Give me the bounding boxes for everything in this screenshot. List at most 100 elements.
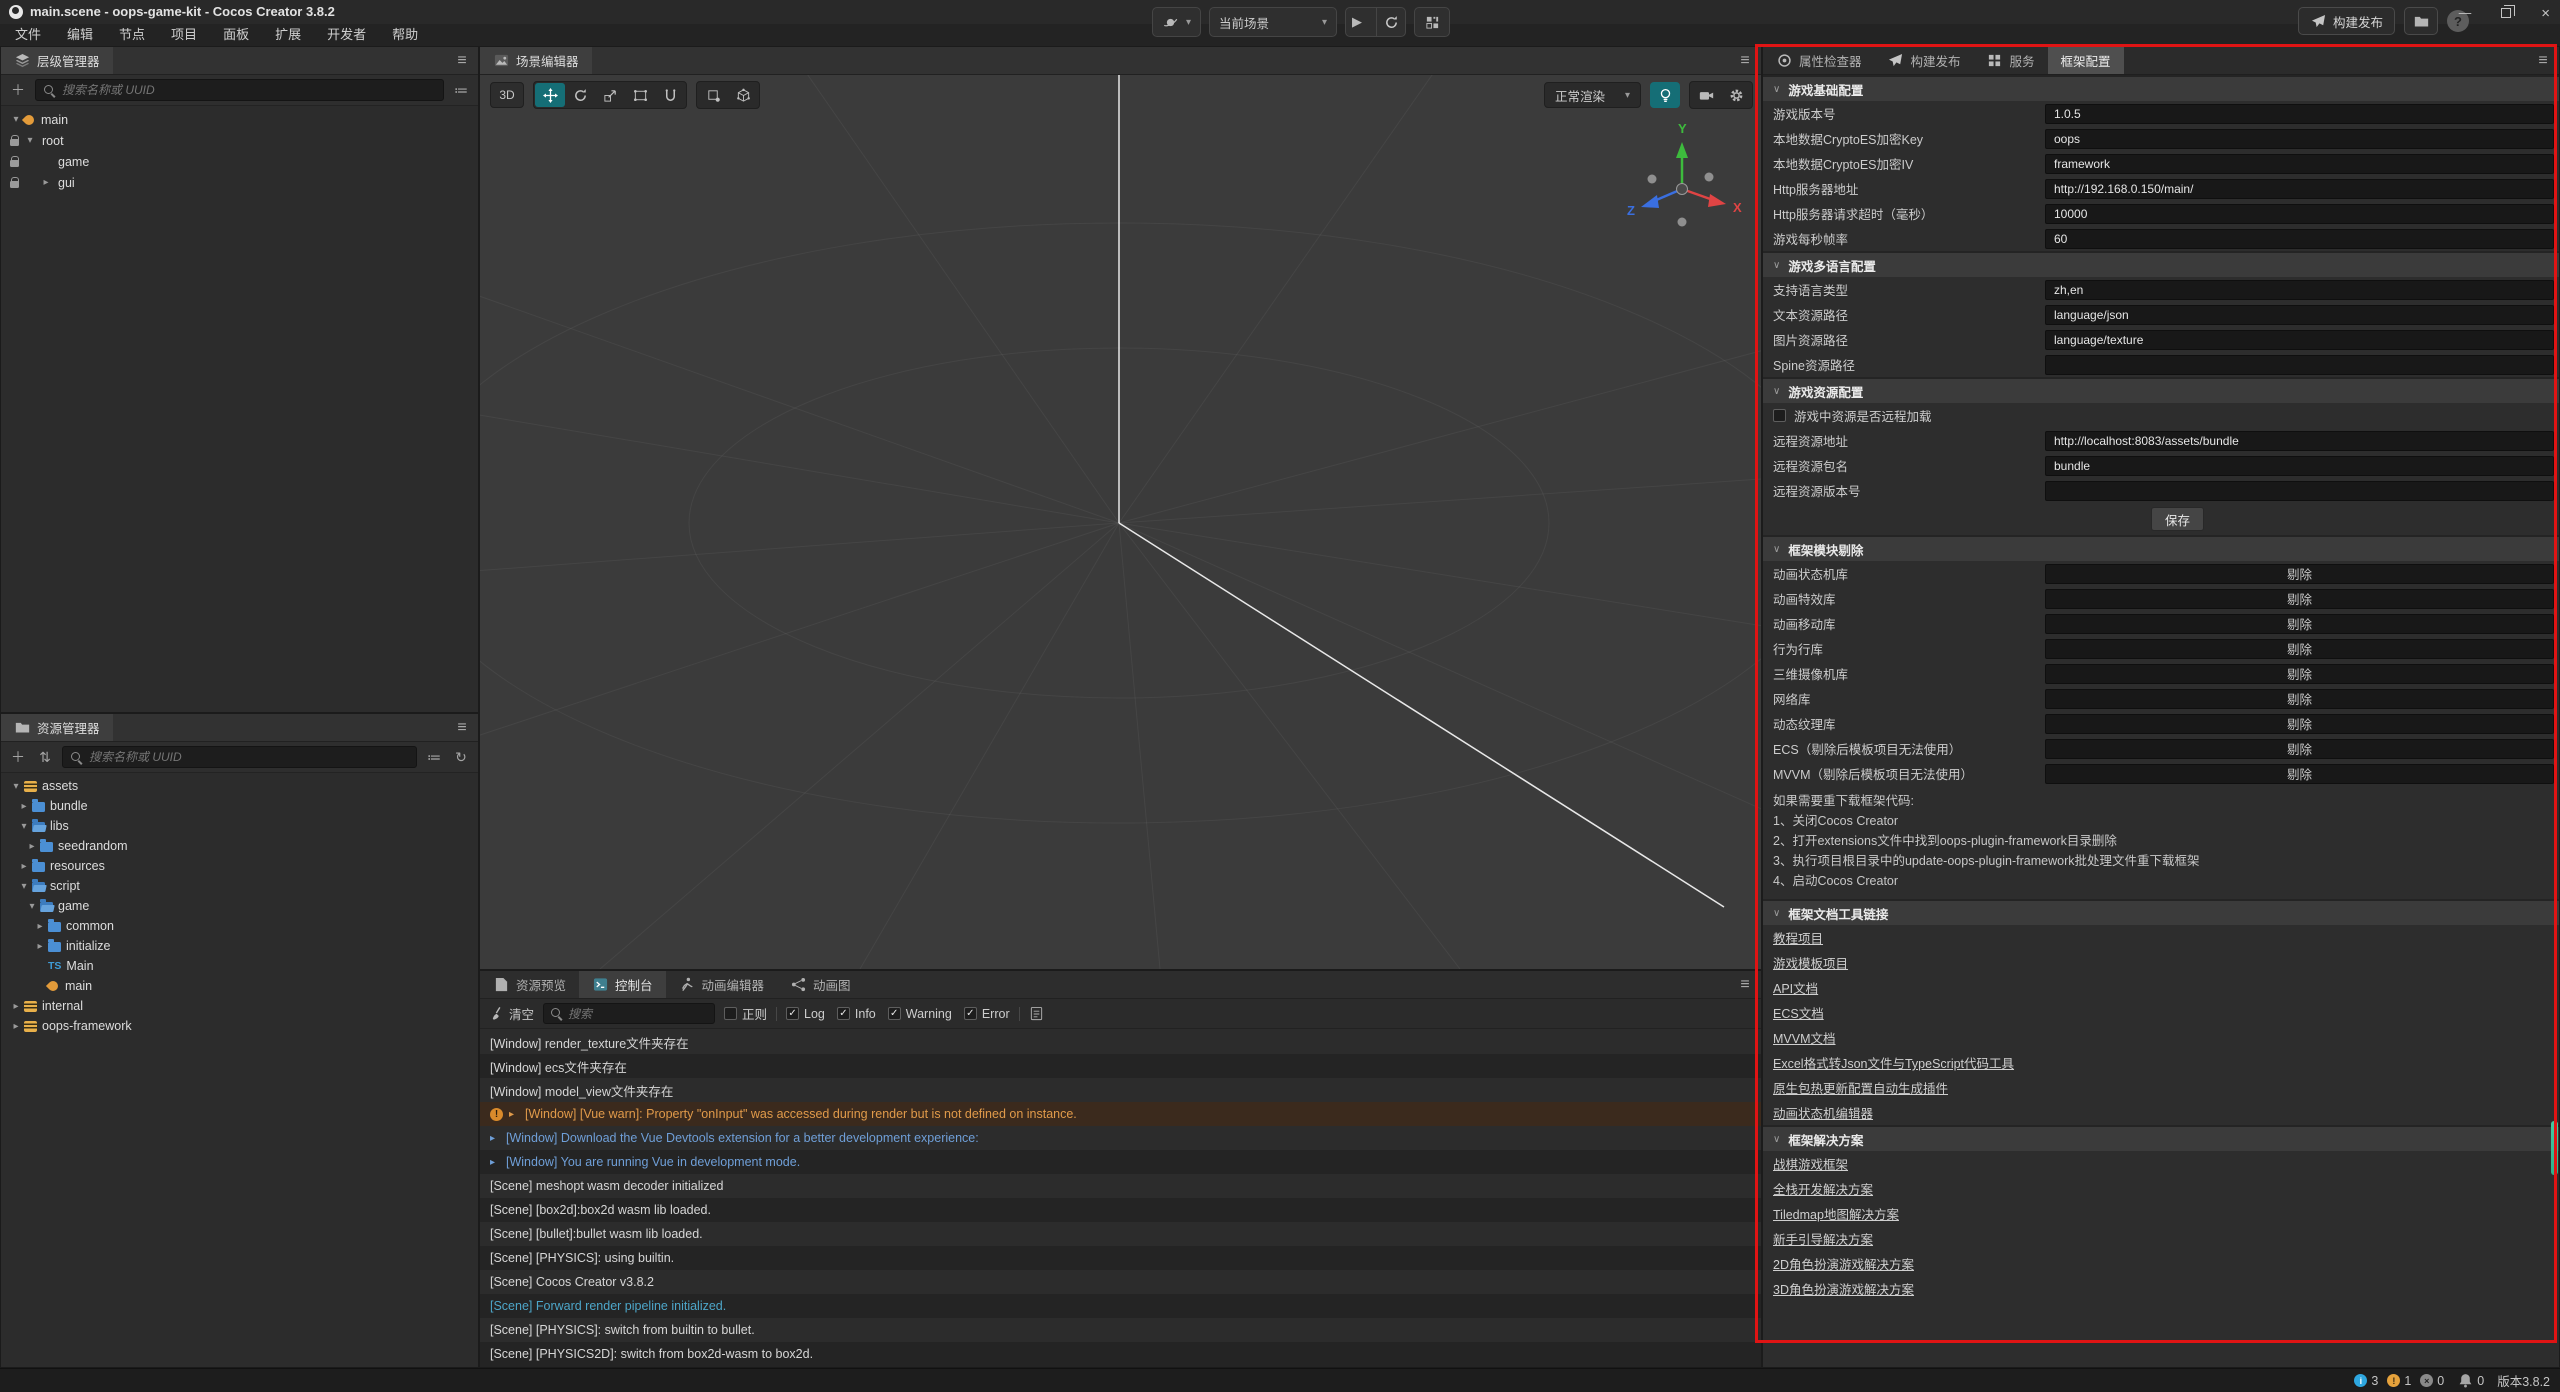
log-row[interactable]: [Scene] [PHYSICS]: switch from builtin t… <box>480 1318 1761 1342</box>
menu-编辑[interactable]: 编辑 <box>54 24 106 46</box>
trim-button-动画特效库[interactable]: 剔除 <box>2045 589 2554 609</box>
tab-assets[interactable]: 资源管理器 <box>1 714 113 741</box>
info-checkbox[interactable] <box>837 1007 850 1020</box>
log-row[interactable]: [Window] model_view文件夹存在 <box>480 1078 1761 1102</box>
maximize-button[interactable] <box>2501 8 2511 18</box>
arrow-collapsed-icon[interactable]: ▸ <box>17 801 31 812</box>
tool-rotate-button[interactable] <box>565 83 595 107</box>
preview-qr-button[interactable] <box>1414 7 1450 37</box>
lighting-toggle-button[interactable] <box>1650 82 1680 108</box>
field-input-本地数据CryptoES加密Key[interactable] <box>2045 129 2554 149</box>
arrow-expanded-icon[interactable]: ▾ <box>17 821 31 832</box>
asset-node-game[interactable]: ▾game <box>1 896 478 916</box>
field-input-游戏版本号[interactable] <box>2045 104 2554 124</box>
log-row[interactable]: [Window] render_texture文件夹存在 <box>480 1030 1761 1054</box>
tab-属性检查器[interactable]: 属性检查器 <box>1763 47 1875 74</box>
log-row[interactable]: !▸[Window] [Vue warn]: Property "onInput… <box>480 1102 1761 1126</box>
asset-node-script[interactable]: ▾script <box>1 876 478 896</box>
filter-Info[interactable]: Info <box>837 1007 876 1021</box>
tool-rect-button[interactable] <box>625 83 655 107</box>
expand-log-icon[interactable]: ▸ <box>509 1109 519 1120</box>
link-2D角色扮演游戏解决方案[interactable]: 2D角色扮演游戏解决方案 <box>1773 1254 1914 1273</box>
tool-cube-button[interactable] <box>728 83 758 107</box>
asset-node-libs[interactable]: ▾libs <box>1 816 478 836</box>
scene-viewport[interactable]: 3D 正常渲染 ▾ <box>480 75 1761 969</box>
collapse-logs-icon[interactable] <box>1029 1006 1045 1022</box>
tab-服务[interactable]: 服务 <box>1974 47 2048 74</box>
assets-filter-button[interactable]: ≔ <box>424 749 444 766</box>
assets-search-input[interactable] <box>89 750 409 764</box>
field-input-Http服务器地址[interactable] <box>2045 179 2554 199</box>
minimize-button[interactable]: — <box>2459 6 2472 20</box>
scene-settings-button[interactable] <box>1721 83 1751 107</box>
expand-log-icon[interactable]: ▸ <box>490 1133 500 1144</box>
field-input-远程资源包名[interactable] <box>2045 456 2554 476</box>
add-node-button[interactable]: ＋ <box>8 80 28 100</box>
hierarchy-node-root[interactable]: ▾root <box>1 130 478 151</box>
hierarchy-node-main[interactable]: ▾main <box>1 109 478 130</box>
link-动画状态机编辑器[interactable]: 动画状态机编辑器 <box>1773 1103 1873 1122</box>
console-search-input[interactable] <box>568 1007 708 1021</box>
menu-帮助[interactable]: 帮助 <box>379 24 431 46</box>
menu-扩展[interactable]: 扩展 <box>262 24 314 46</box>
asset-node-resources[interactable]: ▸resources <box>1 856 478 876</box>
arrow-expanded-icon[interactable]: ▾ <box>17 881 31 892</box>
menu-项目[interactable]: 项目 <box>158 24 210 46</box>
link-3D角色扮演游戏解决方案[interactable]: 3D角色扮演游戏解决方案 <box>1773 1279 1914 1298</box>
filter-Warning[interactable]: Warning <box>888 1007 952 1021</box>
field-input-Spine资源路径[interactable] <box>2045 355 2554 375</box>
log-row[interactable]: [Scene] meshopt wasm decoder initialized <box>480 1174 1761 1198</box>
arrow-collapsed-icon[interactable]: ▸ <box>39 177 53 188</box>
asset-node-Main[interactable]: TSMain <box>1 956 478 976</box>
panel-menu-icon[interactable]: ≡ <box>446 714 478 741</box>
asset-node-bundle[interactable]: ▸bundle <box>1 796 478 816</box>
log-row[interactable]: [Scene] Forward render pipeline initiali… <box>480 1294 1761 1318</box>
asset-node-seedrandom[interactable]: ▸seedrandom <box>1 836 478 856</box>
regex-toggle[interactable]: 正则 <box>724 1004 767 1023</box>
asset-node-main[interactable]: main <box>1 976 478 996</box>
asset-node-assets[interactable]: ▾assets <box>1 776 478 796</box>
link-游戏模板项目[interactable]: 游戏模板项目 <box>1773 953 1848 972</box>
menu-面板[interactable]: 面板 <box>210 24 262 46</box>
trim-button-动画状态机库[interactable]: 剔除 <box>2045 564 2554 584</box>
mode-3d-button[interactable]: 3D <box>490 82 524 108</box>
arrow-expanded-icon[interactable]: ▾ <box>23 135 37 146</box>
restart-button[interactable] <box>1376 8 1405 36</box>
orientation-gizmo[interactable]: Y X Z <box>1607 111 1757 261</box>
log-row[interactable]: [Scene] [PHYSICS]: using builtin. <box>480 1246 1761 1270</box>
link-教程项目[interactable]: 教程项目 <box>1773 928 1823 947</box>
field-input-Http服务器请求超时（毫秒）[interactable] <box>2045 204 2554 224</box>
link-全栈开发解决方案[interactable]: 全栈开发解决方案 <box>1773 1179 1873 1198</box>
log-row[interactable]: [Scene] Cocos Creator v3.8.2 <box>480 1270 1761 1294</box>
field-input-游戏每秒帧率[interactable] <box>2045 229 2554 249</box>
status-warnings[interactable]: ! 1 <box>2387 1374 2411 1388</box>
panel-menu-icon[interactable]: ≡ <box>446 47 478 74</box>
link-新手引导解决方案[interactable]: 新手引导解决方案 <box>1773 1229 1873 1248</box>
tab-框架配置[interactable]: 框架配置 <box>2048 47 2124 74</box>
log-checkbox[interactable] <box>786 1007 799 1020</box>
tool-scale-button[interactable] <box>595 83 625 107</box>
panel-menu-icon[interactable]: ≡ <box>1729 971 1761 998</box>
asset-node-common[interactable]: ▸common <box>1 916 478 936</box>
link-ECS文档[interactable]: ECS文档 <box>1773 1003 1824 1022</box>
section-header-框架模块剔除[interactable]: ∨框架模块剔除 <box>1763 535 2559 561</box>
arrow-expanded-icon[interactable]: ▾ <box>9 781 23 792</box>
refresh-assets-button[interactable]: ↻ <box>451 749 471 766</box>
tab-动画编辑器[interactable]: 动画编辑器 <box>666 971 778 998</box>
field-input-文本资源路径[interactable] <box>2045 305 2554 325</box>
regex-checkbox[interactable] <box>724 1007 737 1020</box>
menu-开发者[interactable]: 开发者 <box>314 24 379 46</box>
asset-node-internal[interactable]: ▸internal <box>1 996 478 1016</box>
section-header-游戏多语言配置[interactable]: ∨游戏多语言配置 <box>1763 251 2559 277</box>
tab-hierarchy[interactable]: 层级管理器 <box>1 47 113 74</box>
section-header-框架文档工具链接[interactable]: ∨框架文档工具链接 <box>1763 899 2559 925</box>
menu-节点[interactable]: 节点 <box>106 24 158 46</box>
section-header-框架解决方案[interactable]: ∨框架解决方案 <box>1763 1125 2559 1151</box>
link-Excel格式转Json文件与TypeScript代码工具[interactable]: Excel格式转Json文件与TypeScript代码工具 <box>1773 1053 2014 1072</box>
log-row[interactable]: [Scene] [PHYSICS2D]: switch from box2d-w… <box>480 1342 1761 1366</box>
link-API文档[interactable]: API文档 <box>1773 978 1818 997</box>
scene-camera-button[interactable] <box>1691 83 1721 107</box>
expand-log-icon[interactable]: ▸ <box>490 1157 500 1168</box>
arrow-collapsed-icon[interactable]: ▸ <box>33 921 47 932</box>
trim-button-动态纹理库[interactable]: 剔除 <box>2045 714 2554 734</box>
